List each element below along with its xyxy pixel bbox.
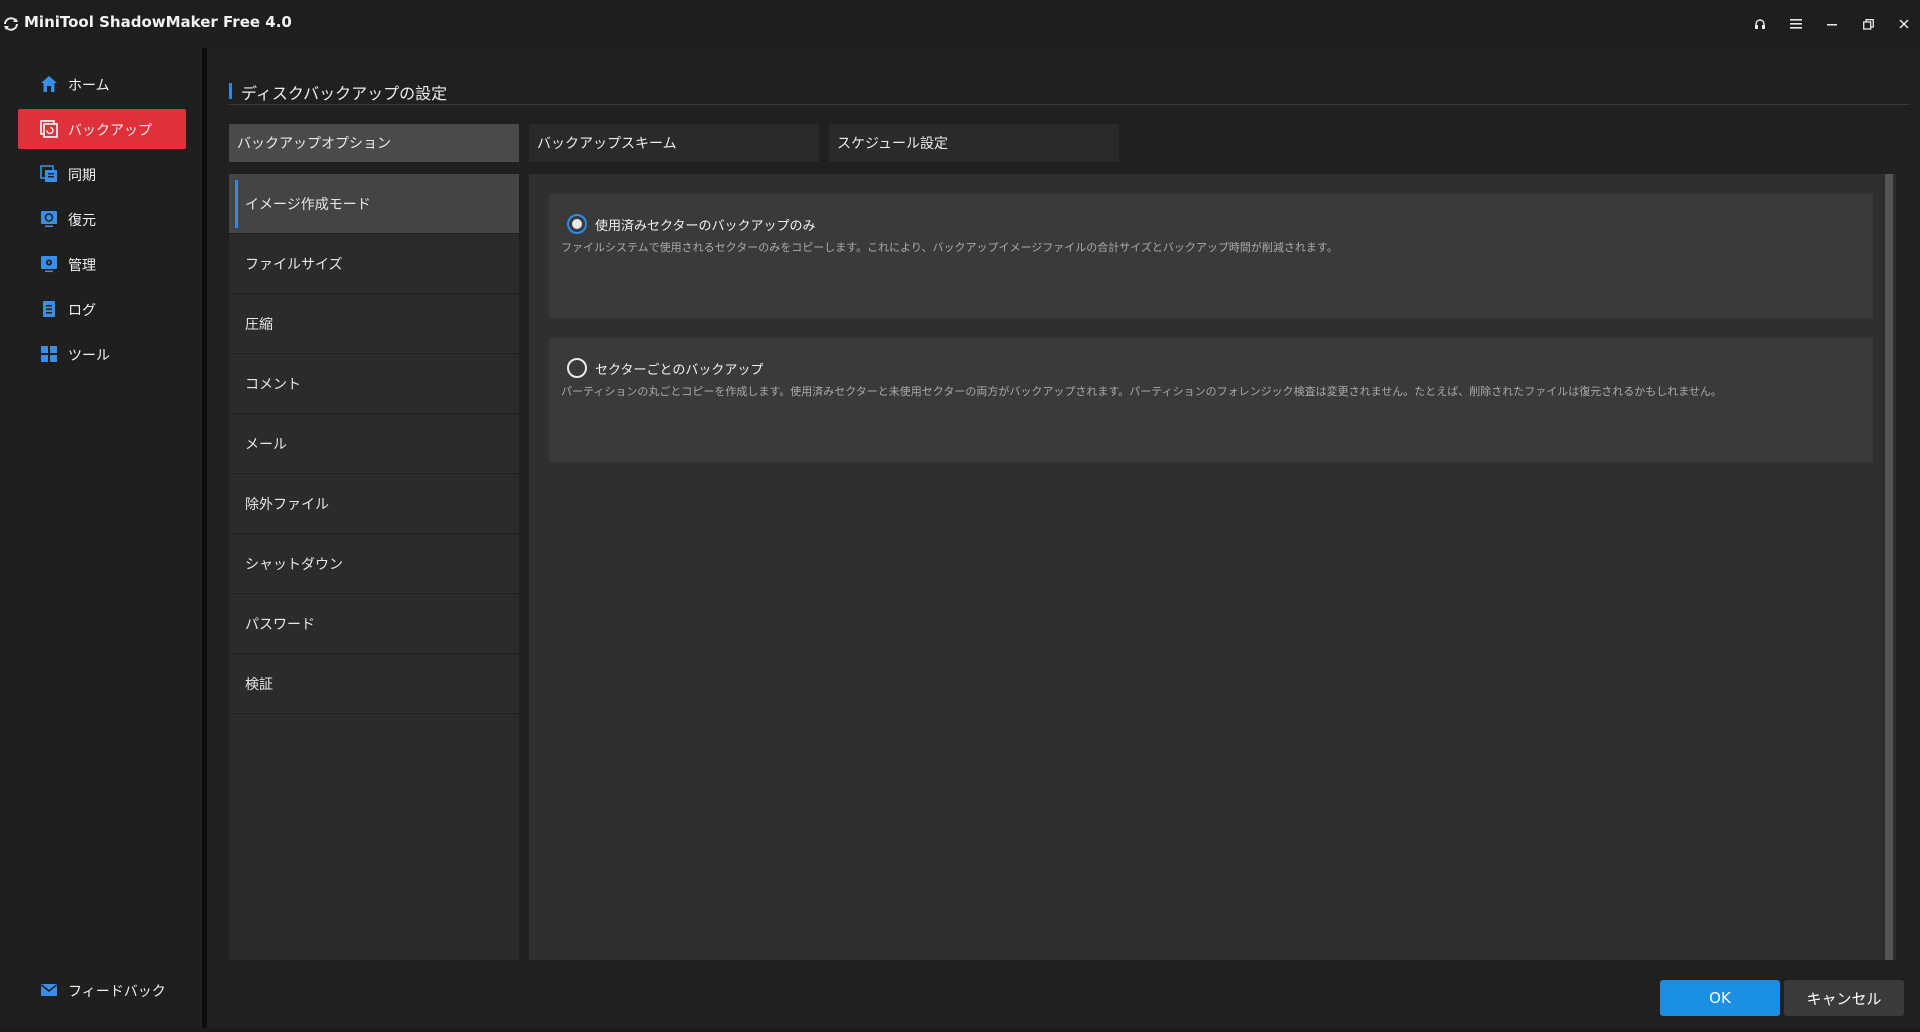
option-content-panel: 使用済みセクターのバックアップのみ ファイルシステムで使用されるセクターのみをコ… (529, 174, 1889, 960)
sidebar-item-manage[interactable]: 管理 (18, 244, 186, 284)
mode-card-used-sectors[interactable]: 使用済みセクターのバックアップのみ ファイルシステムで使用されるセクターのみをコ… (549, 194, 1873, 318)
sidebar-item-restore[interactable]: 復元 (18, 199, 186, 239)
log-icon (43, 301, 55, 317)
tab-backup-options[interactable]: バックアップオプション (229, 124, 519, 162)
cancel-button[interactable]: キャンセル (1784, 980, 1904, 1016)
sidebar-item-label: ホーム (68, 78, 110, 94)
scrollbar-thumb[interactable] (1885, 174, 1893, 960)
restore-icon[interactable] (1855, 12, 1881, 36)
sidebar-item-home[interactable]: ホーム (18, 64, 186, 104)
restore-icon (41, 211, 57, 228)
title-accent-bar (229, 83, 232, 99)
sidebar-item-label: ログ (68, 303, 96, 319)
sidebar: ホーム バックアップ 同期 復元 管理 ログ ツール フィードバック (0, 48, 202, 1028)
page-title: ディスクバックアップの設定 (241, 84, 448, 103)
feedback-link[interactable]: フィードバック (18, 972, 186, 1008)
radio-used-sectors[interactable] (567, 214, 587, 234)
mode-description: ファイルシステムで使用されるセクターのみをコピーします。これにより、バックアップ… (561, 241, 1338, 254)
option-excluded-files[interactable]: 除外ファイル (229, 474, 519, 534)
sidebar-item-label: 管理 (68, 258, 96, 274)
tools-icon (41, 346, 57, 362)
mail-icon (41, 984, 57, 996)
feedback-label: フィードバック (68, 984, 166, 1000)
menu-icon[interactable] (1783, 12, 1809, 36)
minimize-icon[interactable] (1819, 12, 1845, 36)
sidebar-item-tools[interactable]: ツール (18, 334, 186, 374)
app-title: MiniTool ShadowMaker Free 4.0 (24, 13, 292, 31)
ok-button[interactable]: OK (1660, 980, 1780, 1016)
sidebar-item-backup[interactable]: バックアップ (18, 109, 186, 149)
option-image-creation-mode[interactable]: イメージ作成モード (229, 174, 519, 234)
sync-icon (40, 165, 57, 182)
option-verification[interactable]: 検証 (229, 654, 519, 714)
home-icon (41, 76, 57, 92)
option-shutdown[interactable]: シャットダウン (229, 534, 519, 594)
option-password[interactable]: パスワード (229, 594, 519, 654)
sidebar-item-sync[interactable]: 同期 (18, 154, 186, 194)
sidebar-item-label: ツール (68, 348, 110, 364)
title-divider (229, 104, 1909, 105)
app-logo-icon (4, 17, 18, 31)
title-bar: MiniTool ShadowMaker Free 4.0 (0, 0, 1920, 48)
headset-icon[interactable] (1747, 12, 1773, 36)
option-file-size[interactable]: ファイルサイズ (229, 234, 519, 294)
main-panel: ディスクバックアップの設定 バックアップオプション バックアップスキーム スケジ… (207, 48, 1920, 1028)
backup-icon (40, 120, 58, 138)
option-comment[interactable]: コメント (229, 354, 519, 414)
sidebar-item-label: バックアップ (68, 123, 152, 139)
mode-description: パーティションの丸ごとコピーを作成します。使用済みセクターと未使用セクターの両方… (561, 385, 1722, 398)
sidebar-item-label: 復元 (68, 213, 96, 229)
mode-card-sector-by-sector[interactable]: セクターごとのバックアップ パーティションの丸ごとコピーを作成します。使用済みセ… (549, 338, 1873, 462)
option-compression[interactable]: 圧縮 (229, 294, 519, 354)
mode-title: 使用済みセクターのバックアップのみ (595, 219, 816, 234)
tab-backup-scheme[interactable]: バックアップスキーム (529, 124, 819, 162)
option-list: イメージ作成モード ファイルサイズ 圧縮 コメント メール 除外ファイル シャッ… (229, 174, 519, 960)
radio-sector-by-sector[interactable] (567, 358, 587, 378)
manage-icon (41, 256, 57, 273)
tab-schedule-settings[interactable]: スケジュール設定 (829, 124, 1119, 162)
close-icon[interactable] (1891, 12, 1917, 36)
option-email[interactable]: メール (229, 414, 519, 474)
sidebar-item-log[interactable]: ログ (18, 289, 186, 329)
mode-title: セクターごとのバックアップ (595, 363, 764, 378)
sidebar-item-label: 同期 (68, 168, 96, 184)
